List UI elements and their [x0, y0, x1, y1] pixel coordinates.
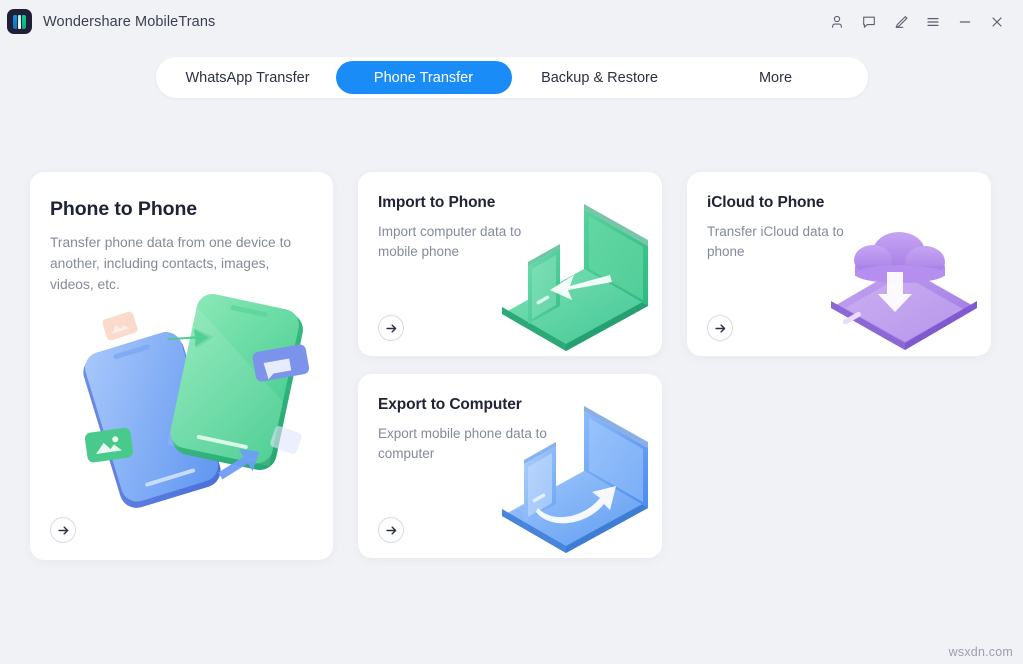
card-export-to-computer[interactable]: Export to Computer Export mobile phone d…	[358, 374, 662, 558]
card-desc-phone-to-phone: Transfer phone data from one device to a…	[50, 235, 292, 292]
card-icloud-to-phone[interactable]: iCloud to Phone Transfer iCloud data to …	[687, 172, 991, 356]
card-title-icloud-to-phone: iCloud to Phone	[707, 194, 825, 211]
close-icon[interactable]	[981, 7, 1013, 37]
edit-pen-icon[interactable]	[885, 7, 917, 37]
logo-bars	[13, 14, 26, 29]
feedback-icon[interactable]	[853, 7, 885, 37]
feature-cards-grid: Phone to Phone Transfer phone data from …	[30, 172, 991, 560]
site-watermark: wsxdn.com	[948, 645, 1013, 659]
menu-icon[interactable]	[917, 7, 949, 37]
card-desc-import-to-phone: Import computer data to mobile phone	[378, 224, 522, 259]
tab-whatsapp-transfer[interactable]: WhatsApp Transfer	[160, 61, 336, 94]
card-import-to-phone[interactable]: Import to Phone Import computer data to …	[358, 172, 662, 356]
tab-phone-transfer[interactable]: Phone Transfer	[335, 61, 512, 94]
tab-bar-wrapper: WhatsApp Transfer Phone Transfer Backup …	[0, 57, 1023, 98]
app-title: Wondershare MobileTrans	[43, 13, 216, 30]
account-icon[interactable]	[821, 7, 853, 37]
mobiletrans-logo-icon	[7, 9, 32, 34]
go-button-import-to-phone[interactable]	[378, 315, 404, 341]
tab-backup-restore[interactable]: Backup & Restore	[512, 61, 688, 94]
card-title-phone-to-phone: Phone to Phone	[50, 198, 198, 220]
minimize-icon[interactable]	[949, 7, 981, 37]
card-phone-to-phone[interactable]: Phone to Phone Transfer phone data from …	[30, 172, 333, 560]
two-phones-transfer-illustration	[68, 282, 318, 512]
go-button-icloud-to-phone[interactable]	[707, 315, 733, 341]
go-button-export-to-computer[interactable]	[378, 517, 404, 543]
card-desc-export-to-computer: Export mobile phone data to computer	[378, 426, 547, 461]
card-desc-icloud-to-phone: Transfer iCloud data to phone	[707, 224, 844, 259]
card-title-export-to-computer: Export to Computer	[378, 396, 522, 413]
go-button-phone-to-phone[interactable]	[50, 517, 76, 543]
title-bar: Wondershare MobileTrans	[0, 0, 1023, 43]
window-controls	[821, 7, 1013, 37]
tab-more[interactable]: More	[688, 61, 864, 94]
tab-bar: WhatsApp Transfer Phone Transfer Backup …	[155, 57, 868, 98]
card-title-import-to-phone: Import to Phone	[378, 194, 496, 211]
